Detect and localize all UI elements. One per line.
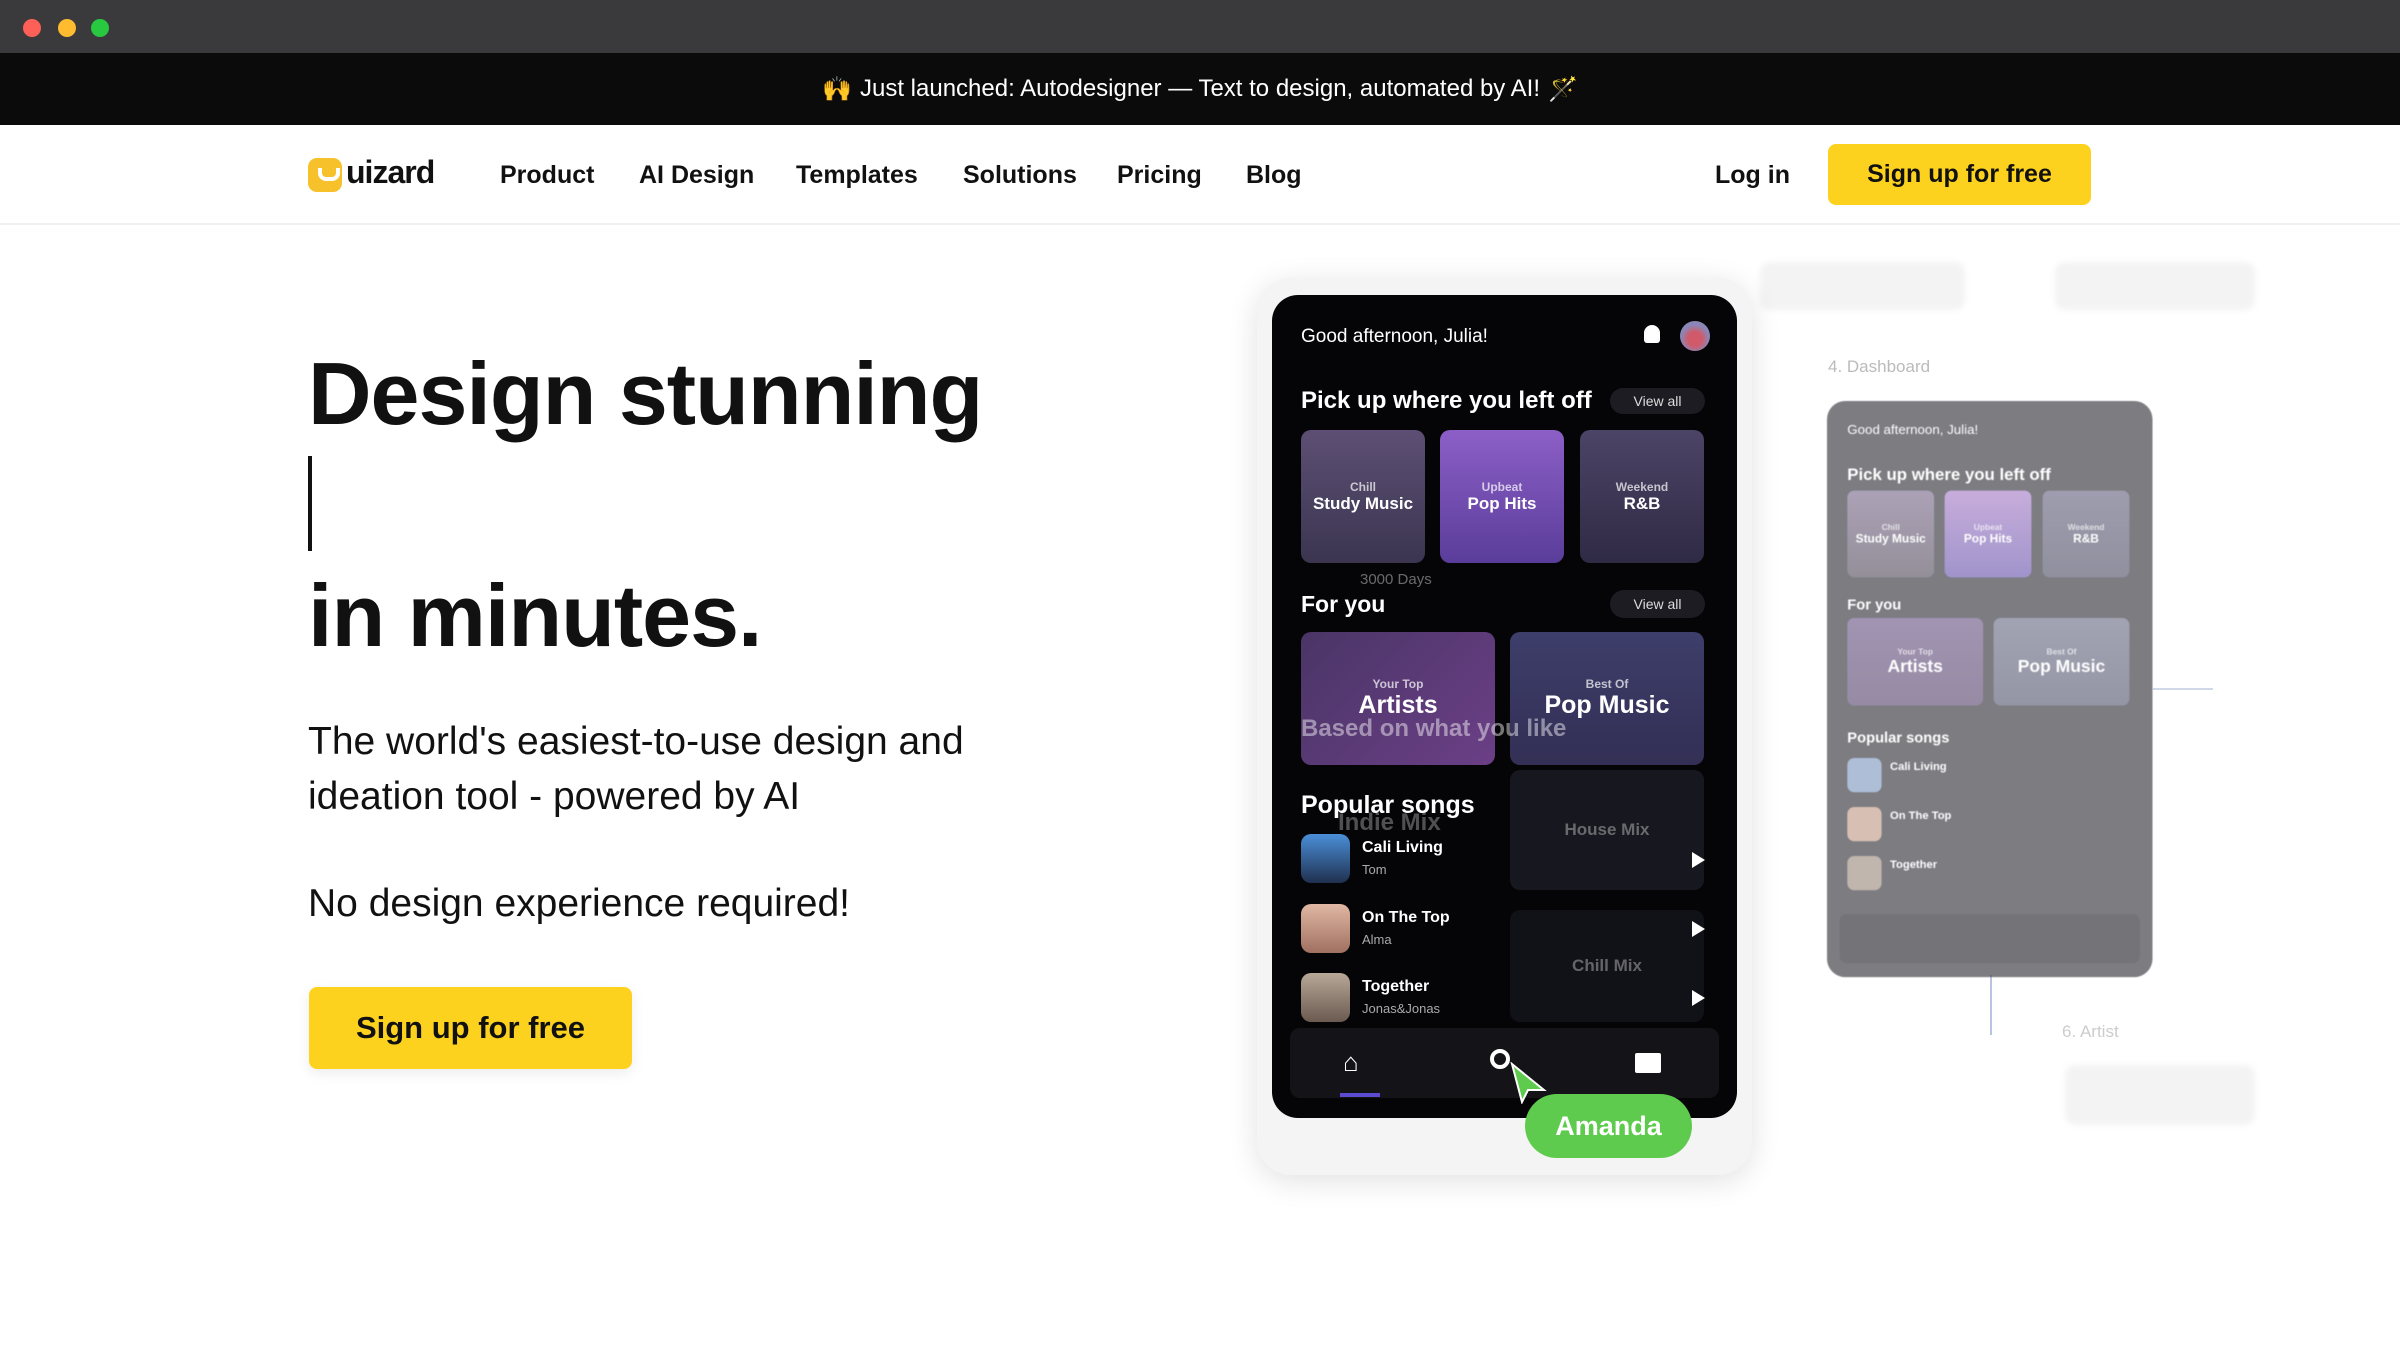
section-popular-heading: Popular songs <box>1301 791 1475 819</box>
dashboard-preview: Good afternoon, Julia! Pick up where you… <box>1827 401 2153 978</box>
song-artist: Tom <box>1362 862 1387 877</box>
song-art <box>1301 904 1350 953</box>
preview-section-heading: Pick up where you left off <box>1847 465 2051 485</box>
preview-card: Your Top Artists <box>1847 618 1984 706</box>
preview-bottom-nav <box>1839 914 2140 964</box>
play-icon[interactable] <box>1692 921 1705 937</box>
preview-song-title: Cali Living <box>1890 760 1947 773</box>
ghost-text-based: Based on what you like <box>1301 715 1567 742</box>
close-window-button[interactable] <box>23 19 41 37</box>
search-icon[interactable] <box>1490 1049 1510 1069</box>
nav-blog[interactable]: Blog <box>1246 161 1302 190</box>
maximize-window-button[interactable] <box>91 19 109 37</box>
avatar[interactable] <box>1680 321 1710 351</box>
home-icon[interactable]: ⌂ <box>1343 1047 1359 1078</box>
preview-song-title: On The Top <box>1890 809 1952 822</box>
ghost-text-days: 3000 Days <box>1360 571 1432 588</box>
nav-ai-design[interactable]: AI Design <box>639 161 754 190</box>
hero-note: No design experience required! <box>308 882 851 925</box>
for-you-card-top-artists[interactable]: Your Top Artists <box>1301 632 1495 765</box>
nav-pricing[interactable]: Pricing <box>1117 161 1202 190</box>
nav-signup-button[interactable]: Sign up for free <box>1828 144 2091 205</box>
nav-solutions[interactable]: Solutions <box>963 161 1077 190</box>
playlist-card-pop-hits[interactable]: Upbeat Pop Hits <box>1440 430 1564 563</box>
preview-card: Best Of Pop Music <box>1993 618 2130 706</box>
window-titlebar <box>0 0 2400 53</box>
preview-song-art <box>1847 807 1882 842</box>
greeting-text: Good afternoon, Julia! <box>1301 326 1488 347</box>
preview-for-you: For you <box>1847 597 1902 614</box>
ghost-card <box>1760 262 1965 310</box>
playlist-card-rnb[interactable]: Weekend R&B <box>1580 430 1704 563</box>
ghost-card <box>2065 1065 2255 1125</box>
section-for-you-heading: For you <box>1301 591 1386 617</box>
mix-card-chill[interactable]: Chill Mix <box>1510 910 1704 1022</box>
nav-product[interactable]: Product <box>500 161 594 190</box>
library-icon[interactable] <box>1635 1053 1661 1073</box>
song-artist: Jonas&Jonas <box>1362 1001 1441 1016</box>
uizard-logo[interactable]: uizard <box>346 154 435 191</box>
hero-signup-button[interactable]: Sign up for free <box>309 987 632 1069</box>
flow-label-dashboard: 4. Dashboard <box>1828 357 1931 376</box>
collaborator-name-tag: Amanda <box>1525 1094 1692 1158</box>
minimize-window-button[interactable] <box>58 19 76 37</box>
hero-subtitle-line1: The world's easiest-to-use design and <box>308 720 964 763</box>
raised-hands-icon: 🙌 <box>822 75 852 103</box>
song-title: On The Top <box>1362 909 1450 926</box>
view-all-button[interactable]: View all <box>1610 388 1705 414</box>
hero-title-line2: in minutes. <box>308 566 762 665</box>
nav-templates[interactable]: Templates <box>796 161 918 190</box>
song-art <box>1301 834 1350 883</box>
banner-text: Just launched: Autodesigner — Text to de… <box>860 75 1540 102</box>
preview-card: Upbeat Pop Hits <box>1944 490 2032 578</box>
song-title: Together <box>1362 978 1430 995</box>
flow-connector <box>2153 688 2213 690</box>
play-icon[interactable] <box>1692 852 1705 868</box>
flow-connector <box>1990 975 1992 1035</box>
login-link[interactable]: Log in <box>1715 161 1790 190</box>
song-artist: Alma <box>1362 932 1392 947</box>
song-title: Cali Living <box>1362 839 1443 856</box>
preview-popular: Popular songs <box>1847 730 1950 747</box>
phone-screen: Good afternoon, Julia! Pick up where you… <box>1272 295 1737 1118</box>
for-you-card-pop-music[interactable]: Best Of Pop Music <box>1510 632 1704 765</box>
flow-label-artist: 6. Artist <box>2062 1022 2119 1041</box>
hero-subtitle-line2: ideation tool - powered by AI <box>308 775 801 818</box>
ghost-card <box>2055 262 2255 310</box>
playlist-card-study-music[interactable]: Chill Study Music <box>1301 430 1425 563</box>
hero-title-line1: Design stunning <box>308 344 983 443</box>
announcement-banner[interactable]: 🙌 Just launched: Autodesigner — Text to … <box>0 53 2400 125</box>
preview-song-art <box>1847 758 1882 793</box>
section-pick-up-heading: Pick up where you left off <box>1301 387 1592 414</box>
bell-icon[interactable] <box>1644 325 1660 343</box>
preview-greeting: Good afternoon, Julia! <box>1847 422 1979 438</box>
preview-song-art <box>1847 856 1882 891</box>
text-cursor <box>308 456 312 551</box>
preview-card: Chill Study Music <box>1847 490 1935 578</box>
song-art <box>1301 973 1350 1022</box>
preview-card: Weekend R&B <box>2042 490 2130 578</box>
active-tab-indicator <box>1340 1093 1380 1097</box>
mix-card-house[interactable]: House Mix <box>1510 770 1704 890</box>
play-icon[interactable] <box>1692 990 1705 1006</box>
uizard-logo-icon[interactable] <box>308 158 342 192</box>
view-all-for-you-button[interactable]: View all <box>1610 590 1705 618</box>
preview-song-title: Together <box>1890 858 1938 871</box>
magic-wand-icon: 🪄 <box>1548 75 1578 103</box>
